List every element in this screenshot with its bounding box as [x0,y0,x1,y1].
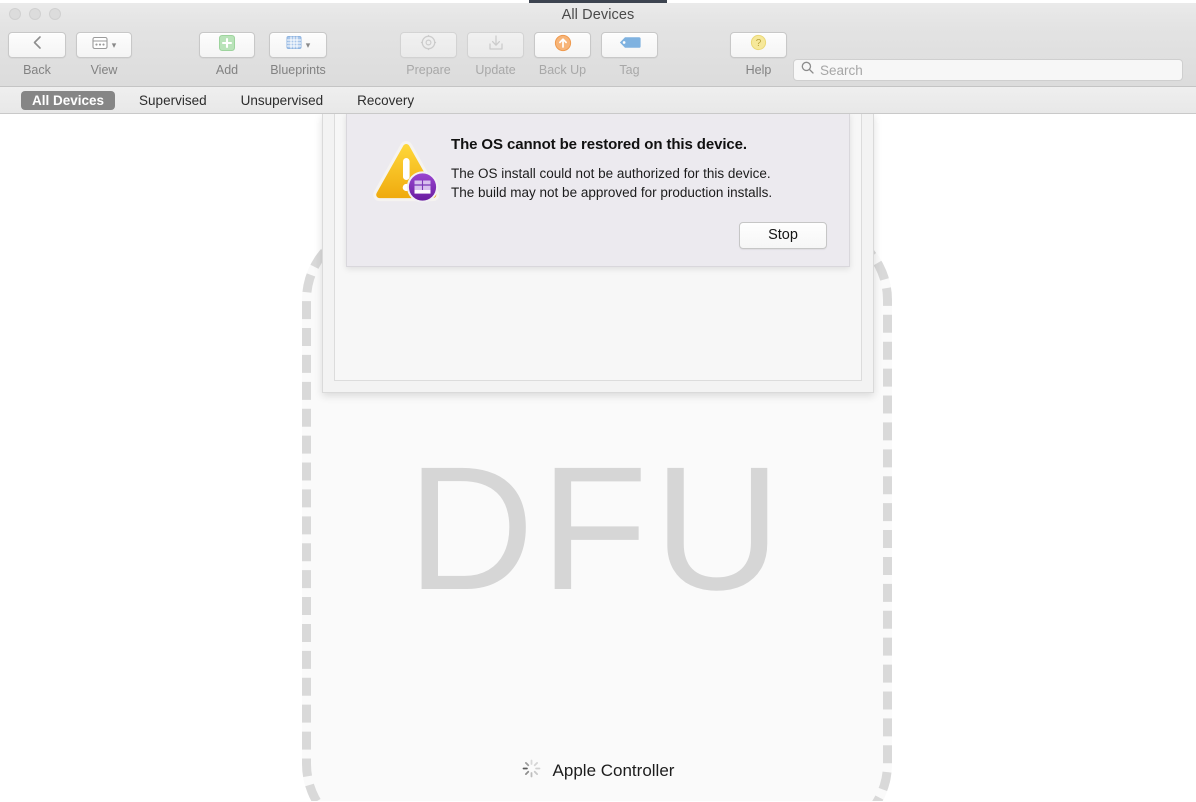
download-box-icon [488,34,504,56]
search-icon [801,61,814,79]
search-field[interactable]: Search [793,59,1183,81]
toolbar-button-blueprints[interactable]: ▾ Blueprints [269,32,327,77]
toolbar-label-help: Help [745,63,772,77]
device-caption: Apple Controller [0,759,1196,783]
toolbar-label-update: Update [475,63,516,77]
spinner-icon [522,759,541,783]
plus-square-icon [218,34,236,57]
grid-view-icon [92,36,108,55]
toolbar-label-back: Back [23,63,51,77]
device-name-label: Apple Controller [552,761,675,780]
filter-tab-bar: All Devices Supervised Unsupervised Reco… [0,87,1196,114]
blueprint-grid-icon [286,35,302,55]
warning-triangle-with-device-badge-icon [369,136,445,213]
svg-text:?: ? [756,38,762,49]
toolbar-button-view[interactable]: ▾ View [76,32,132,77]
window-title: All Devices [561,7,635,23]
toolbar-button-backup[interactable]: Back Up [534,32,591,77]
dialog-actions: Stop [739,222,827,249]
toolbar-button-add[interactable]: Add [199,32,255,77]
gear-icon [420,34,437,56]
toolbar-label-prepare: Prepare [406,63,451,77]
toolbar-button-update[interactable]: Update [467,32,524,77]
question-mark-icon: ? [750,34,767,56]
dialog-message-line-1: The OS install could not be authorized f… [451,166,771,181]
dialog-message-line-2: The build may not be approved for produc… [451,185,773,200]
apple-configurator-window: All Devices Back ▾ View Add ▾ Blueprints… [0,3,1196,802]
toolbar-label-backup: Back Up [538,63,587,77]
chevron-down-icon: ▾ [111,39,117,50]
tab-all-devices[interactable]: All Devices [21,90,116,110]
chevron-left-icon [31,35,43,55]
tab-supervised[interactable]: Supervised [129,91,217,110]
toolbar-button-tag[interactable]: Tag [601,32,658,77]
tag-icon [619,36,641,54]
toolbar-label-blueprints: Blueprints [270,63,326,77]
window-titlebar: All Devices [0,3,1196,28]
device-content-area: DFU Apple Controller The OS cannot be re… [0,114,1196,801]
stop-button[interactable]: Stop [739,222,827,249]
toolbar-label-tag: Tag [619,63,640,77]
search-placeholder: Search [820,62,863,78]
app-root: All Devices Back ▾ View Add ▾ Blueprints… [0,0,1196,802]
error-dialog: The OS cannot be restored on this device… [346,114,850,267]
backup-arrow-icon [554,34,572,57]
toolbar-label-view: View [90,63,118,77]
dialog-title: The OS cannot be restored on this device… [451,136,747,153]
toolbar-button-help[interactable]: ? Help [730,32,787,77]
tab-unsupervised[interactable]: Unsupervised [231,91,334,110]
toolbar: Back ▾ View Add ▾ Blueprints Prepare Upd… [0,28,1196,87]
toolbar-button-prepare[interactable]: Prepare [400,32,457,77]
chevron-down-icon: ▾ [305,39,311,50]
tab-recovery[interactable]: Recovery [347,91,424,110]
dfu-placeholder-label: DFU [407,431,787,627]
toolbar-button-back[interactable]: Back [8,32,66,77]
toolbar-label-add: Add [215,63,239,77]
